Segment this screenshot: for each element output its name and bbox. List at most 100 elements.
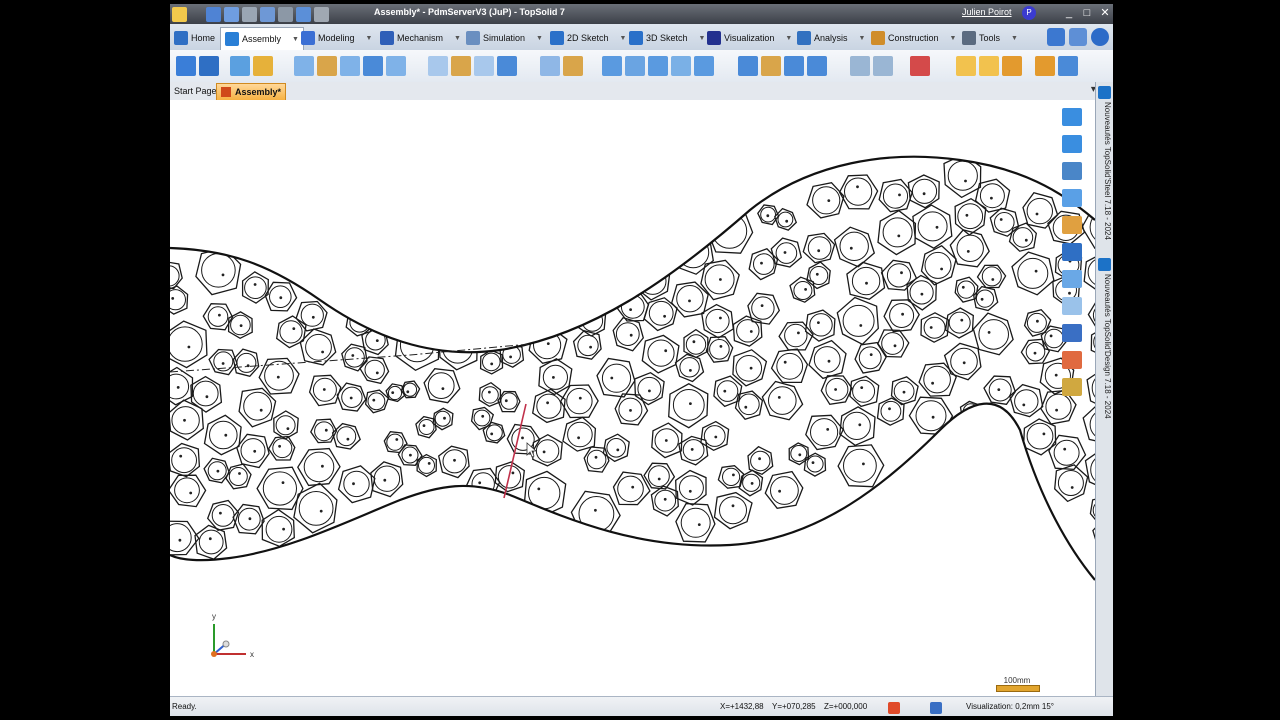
cell-circle <box>265 515 293 543</box>
magnify-icon[interactable] <box>1062 297 1082 315</box>
sketch-icon[interactable] <box>850 56 870 76</box>
view-layout-icon[interactable] <box>1062 243 1082 261</box>
include-icon[interactable] <box>230 56 250 76</box>
coordinate-system-icon[interactable] <box>888 702 900 714</box>
constraint-icon[interactable] <box>340 56 360 76</box>
graphics-viewport[interactable] <box>170 100 1095 696</box>
cell-circle <box>272 438 293 459</box>
pattern-icon[interactable] <box>540 56 560 76</box>
cell-center-point <box>1033 351 1037 355</box>
voronoi-cell <box>383 431 408 454</box>
sketch-icon[interactable] <box>873 56 893 76</box>
position-icon[interactable] <box>451 56 471 76</box>
tab-assembly[interactable]: Assembly ▼ <box>220 27 304 50</box>
visualization-icon[interactable] <box>930 702 942 714</box>
chevron-down-icon[interactable]: ▼ <box>859 35 866 42</box>
part-icon[interactable] <box>176 56 196 76</box>
cell-center-point <box>989 414 993 418</box>
operation-icon[interactable] <box>602 56 622 76</box>
tree-icon[interactable] <box>1035 56 1055 76</box>
chevron-down-icon[interactable]: ▼ <box>1011 35 1018 42</box>
chevron-down-icon[interactable]: ▼ <box>536 35 543 42</box>
edit-icon[interactable] <box>296 6 311 22</box>
help-icon[interactable] <box>1091 28 1109 46</box>
operation-icon[interactable] <box>648 56 668 76</box>
cell-circle <box>711 213 748 249</box>
tab-mechanism[interactable]: Mechanism ▼ <box>380 28 461 48</box>
shading-icon[interactable] <box>1062 324 1082 342</box>
tab-tools[interactable]: Tools ▼ <box>962 28 1018 48</box>
pan-icon[interactable] <box>1062 108 1082 126</box>
tab-visualization[interactable]: Visualization ▼ <box>707 28 792 48</box>
search-icon[interactable] <box>1069 28 1087 46</box>
app-menu-icon[interactable] <box>172 6 187 22</box>
color-icon[interactable] <box>1062 351 1082 369</box>
chevron-down-icon[interactable]: ▼ <box>950 35 957 42</box>
news-design-tab[interactable]: Nouveautés TopSolid'Design 7.18 - 2024 <box>1098 274 1112 419</box>
tab-simulation[interactable]: Simulation ▼ <box>466 28 543 48</box>
constraint-icon[interactable] <box>317 56 337 76</box>
cell-center-point <box>1070 486 1074 489</box>
chevron-down-icon[interactable]: ▼ <box>292 36 299 43</box>
user-name-link[interactable]: Julien Poirot <box>962 7 1012 17</box>
cell-circle <box>542 364 568 390</box>
tab-modeling[interactable]: Modeling ▼ <box>301 28 372 48</box>
pattern-icon[interactable] <box>563 56 583 76</box>
modify-icon[interactable] <box>807 56 827 76</box>
chevron-down-icon[interactable]: ▼ <box>620 35 627 42</box>
chevron-down-icon[interactable]: ▼ <box>785 35 792 42</box>
options-icon[interactable] <box>1047 28 1065 46</box>
news-steel-tab[interactable]: Nouveautés TopSolid'Steel 7.18 - 2024 <box>1098 102 1112 240</box>
tag-icon[interactable] <box>956 56 976 76</box>
position-icon[interactable] <box>428 56 448 76</box>
undo-icon[interactable] <box>260 6 275 22</box>
cell-circle <box>880 400 902 422</box>
position-icon[interactable] <box>497 56 517 76</box>
tab-analysis[interactable]: Analysis ▼ <box>797 28 865 48</box>
chevron-down-icon[interactable]: ▼ <box>366 35 373 42</box>
modify-icon[interactable] <box>784 56 804 76</box>
modify-icon[interactable] <box>761 56 781 76</box>
zoom-icon[interactable] <box>1062 270 1082 288</box>
save-icon[interactable] <box>206 6 221 22</box>
cell-center-point <box>900 271 903 275</box>
section-icon[interactable] <box>1062 189 1082 207</box>
modify-icon[interactable] <box>738 56 758 76</box>
folder-icon[interactable] <box>253 56 273 76</box>
redo-icon[interactable] <box>278 6 293 22</box>
maximize-button[interactable]: □ <box>1081 6 1093 20</box>
camera-icon[interactable] <box>1062 162 1082 180</box>
constraint-icon[interactable] <box>294 56 314 76</box>
render-mode-icon[interactable] <box>1062 216 1082 234</box>
chevron-down-icon[interactable]: ▼ <box>699 35 706 42</box>
print-icon[interactable] <box>242 6 257 22</box>
parameter-icon[interactable] <box>1002 56 1022 76</box>
label-icon[interactable] <box>979 56 999 76</box>
save-all-icon[interactable] <box>224 6 239 22</box>
delete-icon[interactable] <box>910 56 930 76</box>
rotate-icon[interactable] <box>1062 135 1082 153</box>
list-icon[interactable] <box>1058 56 1078 76</box>
tab-2d-sketch[interactable]: 2D Sketch ▼ <box>550 28 626 48</box>
minimize-button[interactable]: _ <box>1063 6 1075 20</box>
news-steel-icon[interactable] <box>1098 86 1111 99</box>
close-button[interactable]: ✕ <box>1099 6 1111 20</box>
operation-icon[interactable] <box>625 56 645 76</box>
tab-construction[interactable]: Construction ▼ <box>871 28 956 48</box>
tab-start-page[interactable]: Start Page <box>170 83 221 99</box>
tab-home[interactable]: Home <box>174 28 215 48</box>
news-design-icon[interactable] <box>1098 258 1111 271</box>
layers-icon[interactable] <box>1062 378 1082 396</box>
position-icon[interactable] <box>474 56 494 76</box>
chevron-down-icon[interactable]: ▼ <box>454 35 461 42</box>
operation-icon[interactable] <box>694 56 714 76</box>
refresh-icon[interactable] <box>314 6 329 22</box>
document-icon[interactable] <box>199 56 219 76</box>
tab-3d-sketch[interactable]: 3D Sketch ▼ <box>629 28 705 48</box>
constraint-icon[interactable] <box>386 56 406 76</box>
tab-assembly-document[interactable]: Assembly* <box>216 83 287 101</box>
user-badge-icon[interactable]: P <box>1022 6 1036 20</box>
operation-icon[interactable] <box>671 56 691 76</box>
cell-center-point <box>811 461 815 464</box>
constraint-icon[interactable] <box>363 56 383 76</box>
